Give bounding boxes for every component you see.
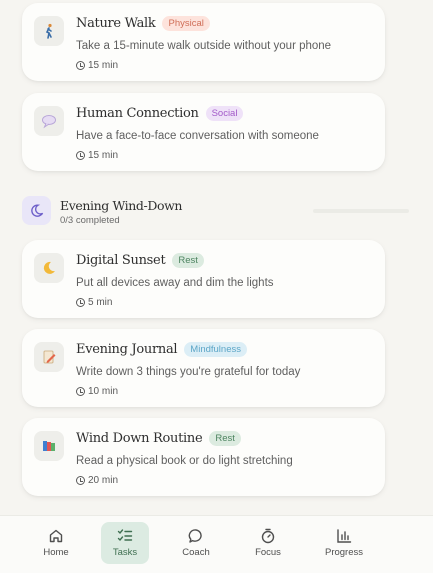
clock-icon (76, 476, 85, 485)
nav-label: Tasks (112, 547, 138, 558)
task-title: Evening Journal Mindfulness (76, 342, 247, 357)
task-duration: 5 min (76, 297, 112, 308)
clock-icon (76, 151, 85, 160)
crescent-moon-icon (34, 253, 64, 283)
nav-tasks[interactable]: Tasks (101, 522, 149, 564)
tasks-icon (117, 529, 133, 542)
clock-icon (76, 387, 85, 396)
task-description: Write down 3 things you're grateful for … (76, 366, 301, 378)
timer-icon (261, 528, 275, 544)
category-tag: Physical (162, 16, 210, 31)
clock-icon (76, 61, 85, 70)
task-title: Nature Walk Physical (76, 16, 210, 31)
task-duration: 10 min (76, 386, 118, 397)
category-tag: Mindfulness (184, 342, 247, 357)
nav-coach[interactable]: Coach (172, 522, 220, 564)
task-card-wind-down-routine[interactable]: Wind Down Routine Rest Read a physical b… (22, 418, 385, 496)
journal-pencil-icon (34, 342, 64, 372)
task-title: Wind Down Routine Rest (76, 431, 241, 446)
task-title: Human Connection Social (76, 106, 244, 121)
task-card-nature-walk[interactable]: Nature Walk Physical Take a 15-minute wa… (22, 3, 385, 81)
task-card-evening-journal[interactable]: Evening Journal Mindfulness Write down 3… (22, 329, 385, 407)
nav-label: Coach (182, 547, 210, 558)
task-duration: 15 min (76, 150, 118, 161)
task-card-human-connection[interactable]: Human Connection Social Have a face-to-f… (22, 93, 385, 171)
moon-icon (22, 196, 51, 225)
chat-bubble-icon (188, 529, 202, 543)
section-progress-bar (313, 209, 409, 213)
task-duration: 15 min (76, 60, 118, 71)
section-title: Evening Wind-Down (60, 198, 183, 213)
category-tag: Rest (172, 253, 204, 268)
task-description: Read a physical book or do light stretch… (76, 455, 293, 467)
nav-label: Home (43, 547, 69, 558)
task-duration: 20 min (76, 475, 118, 486)
bar-chart-icon (337, 529, 352, 543)
task-list[interactable]: Nature Walk Physical Take a 15-minute wa… (0, 0, 433, 515)
category-tag: Social (205, 106, 244, 121)
speech-bubble-icon (34, 106, 64, 136)
section-progress-text: 0/3 completed (60, 215, 120, 226)
section-header-evening-wind-down: Evening Wind-Down 0/3 completed (22, 196, 412, 226)
task-title: Digital Sunset Rest (76, 253, 204, 268)
task-card-digital-sunset[interactable]: Digital Sunset Rest Put all devices away… (22, 240, 385, 318)
nav-focus[interactable]: Focus (244, 522, 292, 564)
clock-icon (76, 298, 85, 307)
walking-person-icon (34, 16, 64, 46)
task-description: Put all devices away and dim the lights (76, 277, 274, 289)
nav-label: Focus (255, 547, 281, 558)
task-description: Take a 15-minute walk outside without yo… (76, 40, 332, 52)
books-icon (34, 431, 64, 461)
home-icon (49, 529, 63, 543)
category-tag: Rest (209, 431, 241, 446)
nav-progress[interactable]: Progress (320, 522, 368, 564)
nav-label: Progress (324, 547, 363, 558)
nav-home[interactable]: Home (32, 522, 80, 564)
task-description: Have a face-to-face conversation with so… (76, 130, 319, 142)
bottom-navigation: Home Tasks Coach Focus Progress (0, 515, 433, 573)
